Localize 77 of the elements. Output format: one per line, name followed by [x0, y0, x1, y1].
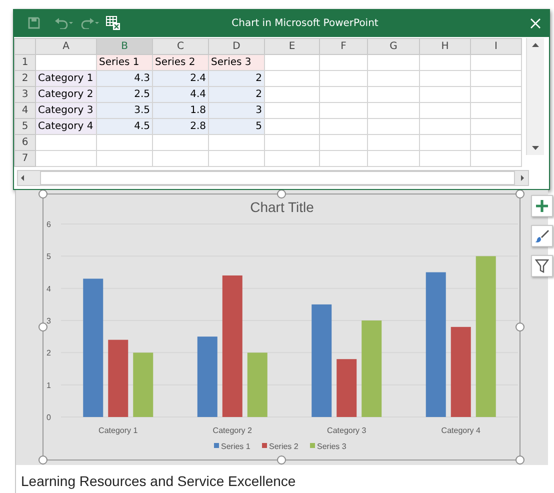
table-cell[interactable]: 2.5: [96, 86, 152, 102]
axis-tick-label: 0: [46, 413, 51, 422]
axis-tick-label: 2: [46, 348, 51, 358]
table-cell[interactable]: Series 1: [96, 54, 152, 70]
bar[interactable]: [247, 352, 268, 417]
table-cell[interactable]: Category 1: [36, 70, 96, 86]
category-label: Category 4: [441, 426, 480, 435]
legend-label[interactable]: Series 3: [317, 442, 346, 451]
scrollbar-thumb[interactable]: [40, 171, 515, 185]
column-header[interactable]: B: [96, 38, 152, 54]
bar[interactable]: [83, 278, 104, 417]
axis-tick-label: 5: [46, 252, 51, 262]
bar[interactable]: [133, 352, 154, 417]
bar[interactable]: [312, 304, 332, 417]
column-header[interactable]: C: [152, 38, 208, 54]
axis-tick-label: 6: [46, 220, 51, 229]
bar[interactable]: [476, 256, 496, 417]
row-header[interactable]: 5: [14, 118, 36, 134]
save-icon[interactable]: [28, 17, 40, 29]
column-header[interactable]: I: [470, 38, 522, 54]
legend-label[interactable]: Series 1: [221, 442, 250, 451]
category-label: Category 3: [327, 426, 366, 435]
table-cell[interactable]: Series 3: [208, 54, 264, 70]
bar[interactable]: [362, 320, 382, 417]
column-header[interactable]: F: [320, 38, 368, 54]
category-label: Category 1: [98, 426, 138, 435]
column-header[interactable]: E: [264, 38, 320, 54]
table-cell[interactable]: 2: [208, 70, 264, 86]
row-header[interactable]: 3: [14, 86, 36, 102]
axis-tick-label: 4: [46, 284, 51, 294]
legend-label[interactable]: Series 2: [269, 442, 298, 451]
bar[interactable]: [450, 326, 471, 417]
spreadsheet-icon[interactable]: [106, 16, 120, 30]
add-element-button[interactable]: [531, 195, 553, 217]
table-cell[interactable]: 2.8: [152, 118, 208, 134]
column-header[interactable]: D: [208, 38, 264, 54]
row-header[interactable]: 4: [14, 102, 36, 118]
caption-text: Learning Resources and Service Excellence: [20, 472, 297, 489]
column-header[interactable]: H: [420, 38, 470, 54]
axis-tick-label: 1: [46, 380, 51, 390]
undo-icon[interactable]: [54, 17, 74, 29]
table-cell[interactable]: 3: [208, 102, 264, 118]
table-cell[interactable]: 4.5: [96, 118, 152, 134]
filter-button[interactable]: [531, 255, 553, 277]
window-title: Chart in Microsoft PowerPoint: [230, 18, 380, 28]
row-header[interactable]: 2: [14, 70, 36, 86]
table-cell[interactable]: Series 2: [152, 54, 208, 70]
bar[interactable]: [426, 272, 446, 417]
table-cell[interactable]: 4.3: [96, 70, 152, 86]
chart-title[interactable]: Chart Title: [250, 199, 314, 215]
table-cell[interactable]: 4.4: [152, 86, 208, 102]
table-cell[interactable]: Category 2: [36, 86, 96, 102]
row-header[interactable]: 1: [14, 54, 36, 70]
bar[interactable]: [336, 359, 357, 417]
redo-icon[interactable]: [80, 17, 100, 29]
table-cell[interactable]: 2.4: [152, 70, 208, 86]
table-cell[interactable]: Category 4: [36, 118, 96, 134]
style-button[interactable]: [531, 225, 553, 247]
close-icon[interactable]: [530, 18, 541, 28]
brush-icon: [535, 229, 549, 243]
bar[interactable]: [197, 336, 218, 417]
selection-frame[interactable]: [38, 190, 524, 464]
table-cell[interactable]: 2: [208, 86, 264, 102]
filter-icon: [535, 259, 549, 273]
plus-icon: [536, 200, 548, 212]
table-cell[interactable]: 3.5: [96, 102, 152, 118]
table-cell[interactable]: Category 3: [36, 102, 96, 118]
row-header[interactable]: 7: [14, 150, 36, 166]
category-label: Category 2: [212, 426, 252, 435]
bar[interactable]: [108, 340, 128, 417]
axis-tick-label: 3: [46, 316, 51, 326]
table-cell[interactable]: 1.8: [152, 102, 208, 118]
table-cell[interactable]: 5: [208, 118, 264, 134]
column-header[interactable]: A: [36, 38, 96, 54]
column-header[interactable]: G: [368, 38, 420, 54]
bar[interactable]: [222, 275, 242, 417]
row-header[interactable]: 6: [14, 134, 36, 150]
